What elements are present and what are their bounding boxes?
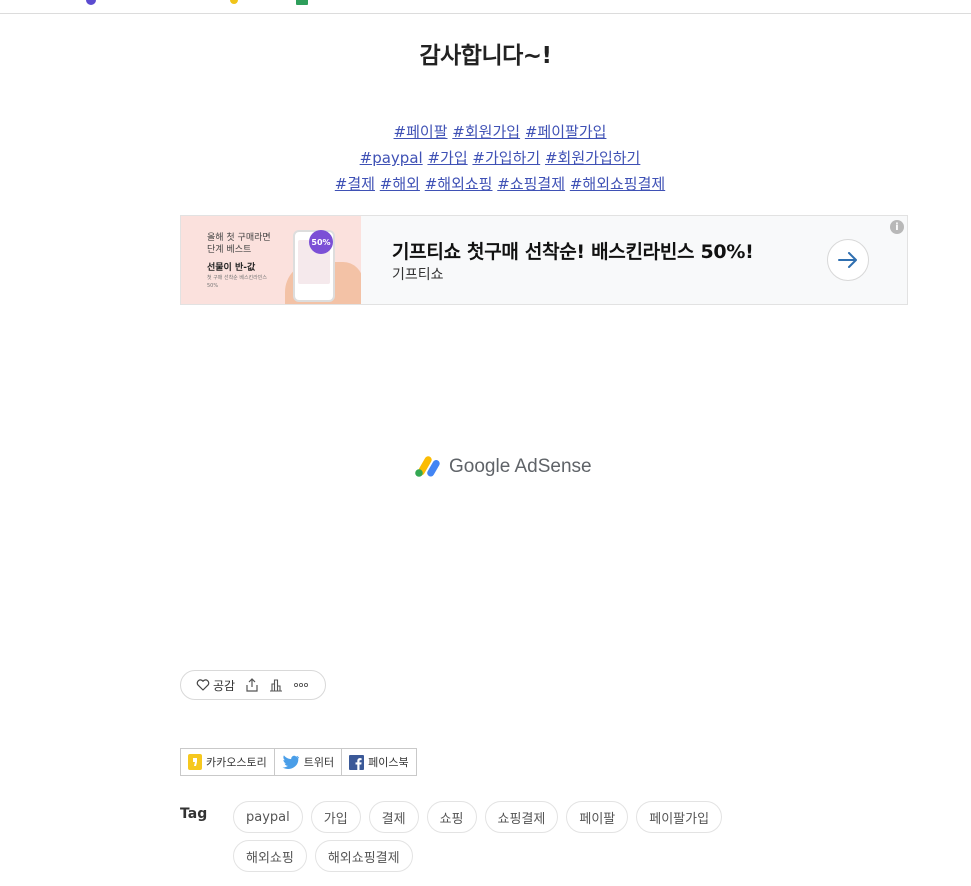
- heart-icon: [196, 679, 210, 691]
- profile-icon[interactable]: [86, 0, 96, 5]
- tag-chip[interactable]: 쇼핑: [426, 801, 477, 833]
- tag-chip[interactable]: paypal: [233, 801, 303, 833]
- hashtag-link[interactable]: #회원가입하기: [545, 149, 640, 167]
- hashtag-link[interactable]: #쇼핑결제: [497, 175, 565, 193]
- ad-thumb-small-text: 첫 구매 선착순 베스킨라빈스 50%: [207, 275, 267, 289]
- ad-headline[interactable]: 기프티쇼 첫구매 선착순! 배스킨라빈스 50%!: [392, 237, 754, 264]
- app-icon[interactable]: [296, 0, 308, 5]
- tag-chip[interactable]: 가입: [310, 801, 361, 833]
- tag-chip[interactable]: 결제: [368, 801, 419, 833]
- facebook-icon: [349, 754, 365, 770]
- page-title: 감사합니다~!: [419, 43, 552, 69]
- hashtag-link[interactable]: #페이팔가입: [525, 123, 607, 141]
- bar-chart-icon: [270, 679, 283, 692]
- tag-chip[interactable]: 해외쇼핑: [233, 840, 307, 872]
- kakaostory-icon: [188, 754, 202, 770]
- tags-label: Tag: [180, 806, 208, 822]
- hashtag-link[interactable]: #해외쇼핑결제: [570, 175, 665, 193]
- hashtag-link[interactable]: #페이팔: [394, 123, 448, 141]
- more-button[interactable]: [293, 682, 309, 688]
- tag-chip[interactable]: 페이팔: [566, 801, 629, 833]
- adsense-logo-icon: [415, 456, 440, 477]
- hashtag-link[interactable]: #가입: [427, 149, 467, 167]
- adsense-label: Google AdSense: [449, 456, 592, 477]
- discount-badge: 50%: [309, 230, 333, 254]
- share-button[interactable]: [245, 678, 259, 692]
- twitter-share-button[interactable]: 트위터: [275, 749, 343, 775]
- share-icon: [246, 678, 258, 692]
- sns-share-bar: 카카오스토리 트위터 페이스북: [180, 748, 417, 776]
- facebook-share-button[interactable]: 페이스북: [342, 749, 415, 775]
- adsense-placeholder: Google AdSense: [414, 452, 592, 482]
- like-button[interactable]: 공감: [196, 677, 235, 694]
- browser-top-strip: [0, 0, 971, 14]
- arrow-right-icon: [838, 252, 857, 268]
- hashtag-list: #페이팔 #회원가입 #페이팔가입 #paypal #가입 #가입하기 #회원가…: [180, 119, 820, 197]
- like-label: 공감: [213, 678, 236, 693]
- ad-arrow-button[interactable]: [827, 239, 869, 281]
- ad-banner[interactable]: 올해 첫 구매라면 단계 베스트 선물이 반-값 첫 구매 선착순 베스킨라빈스…: [180, 215, 908, 305]
- tag-chip[interactable]: 쇼핑결제: [484, 801, 559, 833]
- tag-chip[interactable]: 해외쇼핑결제: [314, 840, 413, 872]
- twitter-icon: [282, 754, 299, 769]
- hashtag-line-2: #paypal #가입 #가입하기 #회원가입하기: [180, 145, 820, 171]
- tag-list: paypal 가입 결제 쇼핑 쇼핑결제 페이팔 페이팔가입 해외쇼핑 해외쇼핑…: [233, 801, 753, 872]
- ad-info-icon[interactable]: i: [890, 220, 904, 234]
- hashtag-line-1: #페이팔 #회원가입 #페이팔가입: [180, 119, 820, 145]
- more-dots-icon: [294, 682, 309, 688]
- reaction-bar: 공감: [180, 670, 326, 700]
- stats-button[interactable]: [269, 678, 283, 692]
- hashtag-link[interactable]: #해외쇼핑: [425, 175, 493, 193]
- ad-thumbnail[interactable]: 올해 첫 구매라면 단계 베스트 선물이 반-값 첫 구매 선착순 베스킨라빈스…: [181, 216, 361, 304]
- tag-chip[interactable]: 페이팔가입: [636, 801, 723, 833]
- ad-thumb-bold-text: 선물이 반-값: [207, 263, 256, 273]
- hashtag-link[interactable]: #가입하기: [472, 149, 540, 167]
- kakaostory-label: 카카오스토리: [206, 756, 267, 769]
- kakaostory-share-button[interactable]: 카카오스토리: [181, 749, 275, 775]
- hashtag-link[interactable]: #회원가입: [452, 123, 520, 141]
- ad-thumb-text: 올해 첫 구매라면 단계 베스트: [207, 233, 271, 255]
- hashtag-line-3: #결제 #해외 #해외쇼핑 #쇼핑결제 #해외쇼핑결제: [180, 171, 820, 197]
- ad-advertiser[interactable]: 기프티쇼: [392, 264, 444, 284]
- facebook-label: 페이스북: [368, 756, 409, 769]
- bookmark-icon[interactable]: [230, 0, 238, 4]
- twitter-label: 트위터: [303, 756, 335, 769]
- hashtag-link[interactable]: #결제: [335, 175, 375, 193]
- hashtag-link[interactable]: #paypal: [360, 149, 423, 167]
- hashtag-link[interactable]: #해외: [380, 175, 420, 193]
